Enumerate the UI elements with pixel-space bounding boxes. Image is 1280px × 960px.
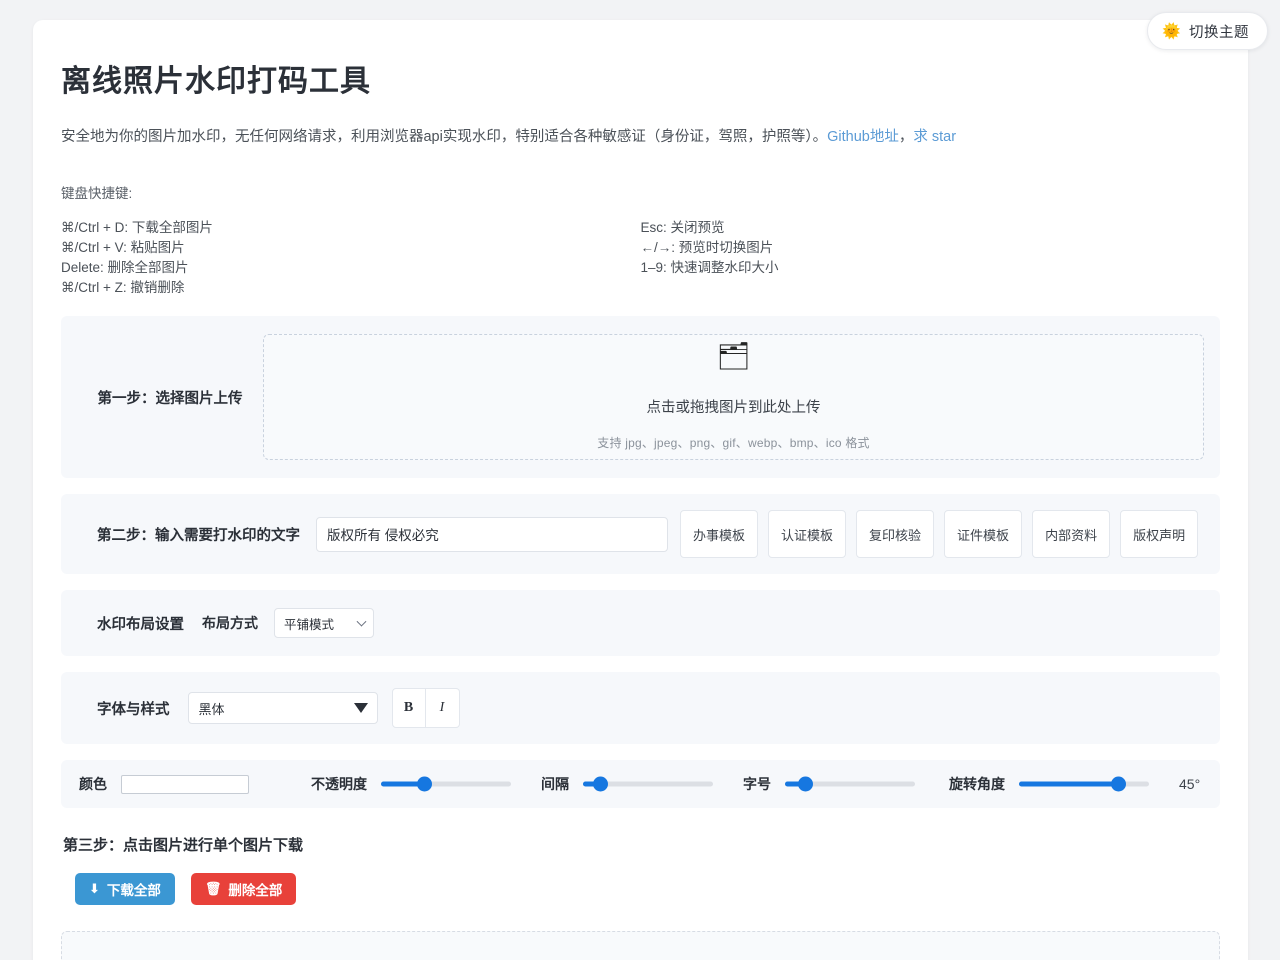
subtitle-separator: ， [898,129,914,145]
layout-mode-label: 布局方式 [202,615,258,632]
layout-mode-value: 平铺模式 [284,617,335,632]
opacity-label: 不透明度 [311,776,367,793]
slider-fill [1019,781,1118,787]
shortcut-item: ←/→: 预览时切换图片 [640,240,774,256]
delete-all-button[interactable]: 🗑 删除全部 [190,873,297,906]
template-button-4[interactable]: 内部资料 [1032,510,1111,559]
template-button-3[interactable]: 证件模板 [944,510,1023,559]
shortcut-item: 1–9: 快速调整水印大小 [640,260,779,276]
italic-button[interactable]: I [425,688,460,729]
shortcut-item: ⌘/Ctrl + Z: 撤销删除 [61,280,185,296]
shortcut-item: ⌘/Ctrl + V: 粘贴图片 [61,240,185,256]
slider-thumb[interactable] [416,776,432,792]
slider-thumb[interactable] [592,776,608,792]
step2-section: 第二步：输入需要打水印的文字 办事模板 认证模板 复印核验 证件模板 内部资料 … [61,494,1220,575]
layout-settings-label: 水印布局设置 [97,616,184,633]
step2-label: 第二步：输入需要打水印的文字 [97,527,300,544]
template-button-1[interactable]: 认证模板 [768,510,847,559]
shortcut-item: Esc: 关闭预览 [640,220,725,236]
download-all-button[interactable]: ⬇ 下载全部 [75,873,175,906]
template-button-2[interactable]: 复印核验 [856,510,935,559]
font-family-select[interactable]: 黑体 [187,692,378,725]
shortcuts-list: ⌘/Ctrl + D: 下载全部图片 ⌘/Ctrl + V: 粘贴图片 Dele… [61,218,1220,298]
sun-icon: 🌞 [1162,22,1181,40]
image-gallery-area[interactable] [61,931,1220,960]
caret-down-icon [353,703,368,714]
step3-title: 第三步：点击图片进行单个图片下载 [63,837,304,855]
subtitle-text: 安全地为你的图片加水印，无任何网络请求，利用浏览器api实现水印，特别适合各种敏… [61,129,828,145]
spacing-slider[interactable] [583,774,713,794]
watermark-style-controls: 颜色 不透明度 间隔 字号 旋转角度 45° [61,760,1220,809]
opacity-slider[interactable] [381,774,511,794]
font-style-section: 字体与样式 黑体 B I [61,672,1220,745]
page-title: 离线照片水印打码工具 [61,65,371,98]
delete-all-label: 删除全部 [228,883,283,899]
fontsize-label: 字号 [743,776,771,793]
layout-mode-select[interactable]: 平铺模式 [274,608,374,639]
download-all-label: 下载全部 [106,883,161,899]
opacity-control: 不透明度 [311,774,511,794]
angle-control: 旋转角度 45° [949,774,1200,794]
folder-icon: 🗂 [716,341,751,372]
color-control: 颜色 [79,774,249,794]
angle-label: 旋转角度 [949,776,1005,793]
template-button-group: 办事模板 认证模板 复印核验 证件模板 内部资料 版权声明 [680,510,1199,559]
github-link[interactable]: Github地址 [827,129,899,145]
theme-toggle-button[interactable]: 🌞 切换主题 [1147,12,1268,50]
template-button-5[interactable]: 版权声明 [1120,510,1199,559]
shortcuts-heading: 键盘快捷键: [61,186,133,202]
shortcut-item: ⌘/Ctrl + D: 下载全部图片 [61,220,213,236]
spacing-control: 间隔 [541,774,713,794]
main-card: 离线照片水印打码工具 安全地为你的图片加水印，无任何网络请求，利用浏览器api实… [33,20,1248,960]
bold-button[interactable]: B [391,688,426,729]
template-button-0[interactable]: 办事模板 [680,510,759,559]
download-icon: ⬇ [89,881,100,897]
trash-icon: 🗑 [204,881,222,897]
slider-thumb[interactable] [1110,776,1126,792]
watermark-text-input[interactable] [316,516,668,552]
theme-toggle-label: 切换主题 [1189,24,1249,41]
text-style-group: B I [391,688,460,729]
dropzone-formats-text: 支持 jpg、jpeg、png、gif、webp、bmp、ico 格式 [597,436,870,451]
slider-thumb[interactable] [797,776,813,792]
step1-section: 第一步：选择图片上传 🗂 点击或拖拽图片到此处上传 支持 jpg、jpeg、pn… [61,316,1220,479]
angle-value: 45° [1179,776,1201,793]
fontsize-slider[interactable] [785,774,915,794]
chevron-down-icon [356,616,367,627]
layout-settings-section: 水印布局设置 布局方式 平铺模式 [61,590,1220,657]
star-link[interactable]: 求 star [913,129,956,145]
image-upload-dropzone[interactable]: 🗂 点击或拖拽图片到此处上传 支持 jpg、jpeg、png、gif、webp、… [263,334,1204,461]
angle-slider[interactable] [1019,774,1149,794]
dropzone-primary-text: 点击或拖拽图片到此处上传 [646,400,821,417]
color-picker-input[interactable] [121,774,249,794]
font-style-label: 字体与样式 [97,701,170,718]
shortcuts-column-left: ⌘/Ctrl + D: 下载全部图片 ⌘/Ctrl + V: 粘贴图片 Dele… [61,218,641,298]
step1-label: 第一步：选择图片上传 [97,390,243,407]
font-family-value: 黑体 [198,701,225,717]
spacing-label: 间隔 [541,776,569,793]
action-button-group: ⬇ 下载全部 🗑 删除全部 [75,873,1220,906]
fontsize-control: 字号 [743,774,915,794]
shortcut-item: Delete: 删除全部图片 [61,260,189,276]
shortcuts-column-right: Esc: 关闭预览 ←/→: 预览时切换图片 1–9: 快速调整水印大小 [641,218,1221,298]
color-label: 颜色 [79,776,107,793]
page-subtitle: 安全地为你的图片加水印，无任何网络请求，利用浏览器api实现水印，特别适合各种敏… [61,126,1220,149]
page-root: 🌞 切换主题 离线照片水印打码工具 安全地为你的图片加水印，无任何网络请求，利用… [0,0,1280,960]
